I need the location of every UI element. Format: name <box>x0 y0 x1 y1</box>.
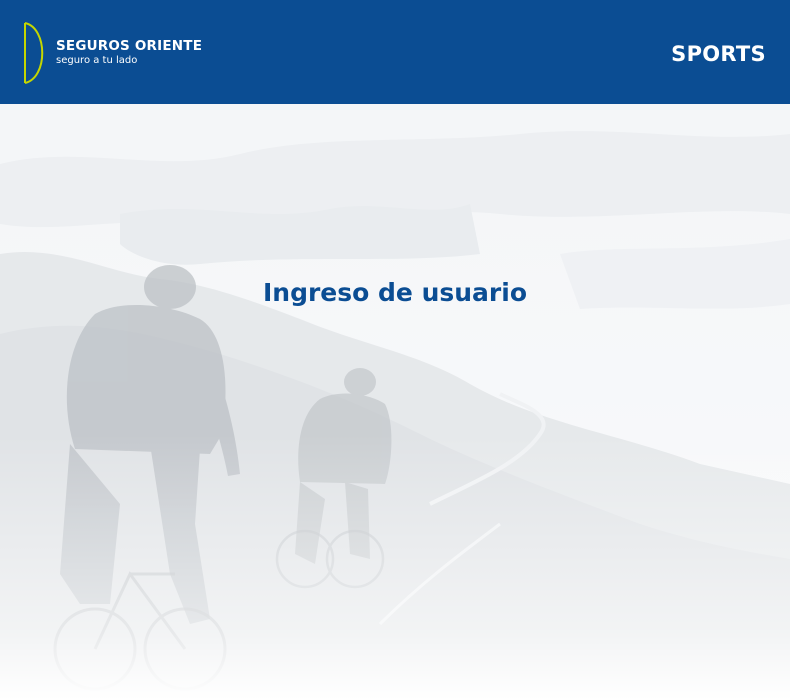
top-header: SEGUROS ORIENTE seguro a tu lado SPORTS <box>0 0 790 104</box>
brand-tagline: seguro a tu lado <box>56 55 138 66</box>
page-heading: Ingreso de usuario <box>262 278 527 307</box>
section-title: SPORTS <box>671 42 766 66</box>
brand-logo[interactable]: SEGUROS ORIENTE seguro a tu lado <box>22 22 212 84</box>
hero-background <box>0 104 790 700</box>
cyclists-landscape-image <box>0 104 790 700</box>
crescent-d-logo-icon <box>24 22 44 84</box>
brand-name: SEGUROS ORIENTE <box>56 38 203 54</box>
